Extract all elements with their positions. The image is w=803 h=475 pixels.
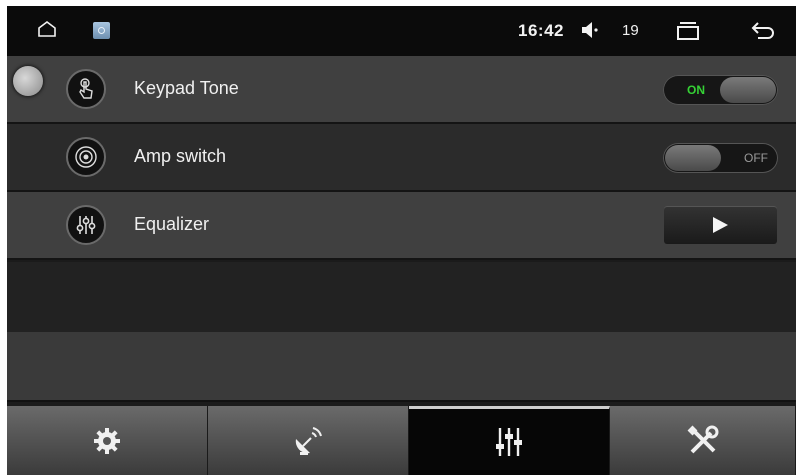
setting-row-keypad-tone[interactable]: Keypad Tone ON xyxy=(7,56,796,124)
volume-level: 19 xyxy=(622,22,639,39)
status-bar: 16:42 19 xyxy=(7,6,796,56)
toggle-state: ON xyxy=(687,83,705,97)
volume-icon[interactable] xyxy=(580,21,600,44)
equalizer-open-button[interactable] xyxy=(664,206,777,244)
setting-row-amp-switch[interactable]: Amp switch OFF xyxy=(7,124,796,192)
equalizer-icon xyxy=(66,205,106,245)
gear-icon xyxy=(94,427,120,454)
app-settings-icon[interactable] xyxy=(93,22,110,39)
floating-assistive-button[interactable] xyxy=(13,66,43,96)
tab-audio[interactable] xyxy=(409,406,610,475)
setting-label: Keypad Tone xyxy=(134,78,239,98)
toggle-state: OFF xyxy=(744,151,768,165)
setting-label: Amp switch xyxy=(134,146,227,166)
back-icon[interactable] xyxy=(750,20,776,45)
toggle-knob xyxy=(665,145,721,171)
amp-switch-toggle[interactable]: OFF xyxy=(663,143,778,173)
tab-general-settings[interactable] xyxy=(7,406,208,475)
tab-tools[interactable] xyxy=(610,406,796,475)
setting-label: Equalizer xyxy=(134,214,210,234)
device-screen: 16:42 19 Keypad Tone ON Amp switch OFF E… xyxy=(7,6,796,475)
empty-row xyxy=(7,332,796,402)
clock: 16:42 xyxy=(518,21,564,40)
tab-navigation[interactable] xyxy=(208,406,409,475)
toggle-knob xyxy=(720,77,776,103)
recent-apps-icon[interactable] xyxy=(675,21,701,46)
home-icon[interactable] xyxy=(37,20,57,43)
speaker-icon xyxy=(66,137,106,177)
setting-row-equalizer[interactable]: Equalizer xyxy=(7,192,796,260)
sliders-icon xyxy=(496,428,522,456)
keypad-tone-toggle[interactable]: ON xyxy=(663,75,778,105)
tools-icon xyxy=(687,425,718,453)
satellite-dish-icon xyxy=(295,426,322,455)
play-icon xyxy=(713,217,728,233)
empty-row xyxy=(7,262,796,332)
touch-hand-icon xyxy=(66,69,106,109)
bottom-tab-bar xyxy=(7,406,796,475)
